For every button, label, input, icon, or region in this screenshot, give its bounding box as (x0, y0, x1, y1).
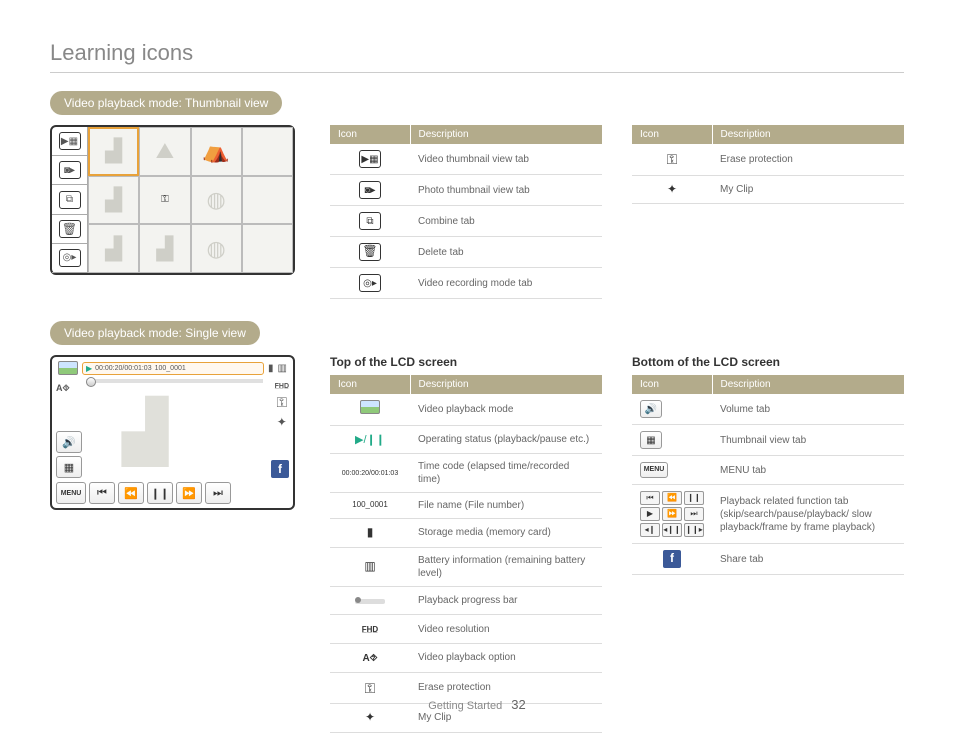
playback-option-icon: A⯑ (362, 653, 377, 664)
table-row: ▮Storage media (memory card) (330, 519, 602, 548)
playback-mode-icon (58, 361, 78, 375)
skip-back-button[interactable]: ⏮ (89, 482, 115, 504)
timecode-text: 00:00:20/00:01:03 (330, 454, 410, 493)
clip-icon (277, 415, 287, 429)
erase-protection-icon (365, 679, 376, 697)
hd-icon: F̲H̲D̲ (275, 383, 289, 390)
tab-delete-icon[interactable] (52, 215, 87, 244)
resolution-icon: F̲H̲D̲ (362, 625, 378, 634)
table-row: ▥Battery information (remaining battery … (330, 547, 602, 586)
page-footer: Getting Started 32 (0, 697, 954, 712)
footer-section: Getting Started (428, 700, 502, 712)
thumbnail-tab-icon: ▦ (640, 431, 662, 449)
delete-icon (359, 243, 381, 261)
tab-video-thumb-icon[interactable]: ▶▦ (52, 127, 87, 156)
table-row: A⯑Video playback option (330, 643, 602, 672)
table-row: F̲H̲D̲Video resolution (330, 615, 602, 644)
play-indicator-icon: ▶ (86, 364, 92, 373)
thumbnail-button[interactable]: ▦ (56, 456, 82, 478)
playback-buttons-group: ⏮⏪❙❙ ▶⏩⏭ ◂❙◂❙❙❙❙▸ (640, 491, 704, 537)
video-thumb-icon: ▶▦ (359, 150, 381, 168)
card-icon: ▮ (268, 363, 274, 374)
rewind-button[interactable]: ⏪ (118, 482, 144, 504)
menu-tab-icon: MENU (640, 462, 668, 478)
battery-icon: ▥ (278, 363, 287, 374)
table-row: ⧉Combine tab (330, 206, 602, 237)
video-option-icon: A⯑ (56, 383, 70, 394)
skip-fwd-button[interactable]: ⏭ (205, 482, 231, 504)
my-clip-icon (667, 182, 677, 198)
my-clip-icon (365, 710, 375, 726)
filename-text: 100_0001 (330, 493, 410, 519)
pill-thumbnail-view: Video playback mode: Thumbnail view (50, 91, 282, 115)
table-row: 00:00:20/00:01:03Time code (elapsed time… (330, 454, 602, 493)
thumbnail-view-illustration: ▶▦ ◙▸ ⧉ ◎▸ ▟ ⛰ ⛺ ▟ ⚿ ◍ ▟ ▟ ◍ (50, 125, 295, 275)
tab-photo-thumb-icon[interactable]: ◙▸ (52, 156, 87, 185)
table-row: My Clip (632, 175, 904, 204)
photo-thumb-icon: ◙▸ (359, 181, 381, 199)
volume-button[interactable]: 🔊 (56, 431, 82, 453)
share-fb-icon[interactable]: f (271, 460, 289, 478)
page-number: 32 (511, 697, 525, 712)
progress-bar[interactable] (86, 379, 263, 383)
timecode-label: 00:00:20/00:01:03 (95, 365, 151, 372)
battery-level-icon: ▥ (364, 559, 375, 573)
record-mode-icon: ◎▸ (359, 274, 381, 292)
playback-mode-icon (360, 400, 380, 414)
play-pause-icon: ▶/❙❙ (355, 434, 385, 446)
single-view-illustration: ▶ 00:00:20/00:01:03 100_0001 ▮ ▥ A⯑ F̲H̲… (50, 355, 295, 510)
col-desc: Description (410, 125, 602, 144)
lock-icon (276, 394, 287, 411)
pill-single-view: Video playback mode: Single view (50, 321, 260, 345)
table-row: ▦Thumbnail view tab (632, 425, 904, 456)
progress-bar-icon (355, 599, 385, 604)
table-row: Video playback mode (330, 394, 602, 425)
forward-button[interactable]: ⏩ (176, 482, 202, 504)
tab-video-record-icon[interactable]: ◎▸ (52, 244, 87, 273)
col-desc: Description (712, 125, 904, 144)
bottom-lcd-heading: Bottom of the LCD screen (632, 355, 904, 369)
table-row: Delete tab (330, 237, 602, 268)
table-row: 🔊Volume tab (632, 394, 904, 425)
volume-tab-icon: 🔊 (640, 400, 662, 418)
table-row: fShare tab (632, 544, 904, 575)
table-row: MENUMENU tab (632, 456, 904, 485)
table-row: Playback progress bar (330, 586, 602, 615)
table-row: ◎▸Video recording mode tab (330, 268, 602, 299)
table-row: Erase protection (632, 144, 904, 175)
filename-label: 100_0001 (155, 365, 186, 372)
bottom-lcd-table: IconDescription 🔊Volume tab ▦Thumbnail v… (632, 375, 904, 575)
col-icon: Icon (330, 125, 410, 144)
top-lcd-table: IconDescription Video playback mode ▶/❙❙… (330, 375, 602, 733)
thumbnail-tabs-table: IconDescription ▶▦Video thumbnail view t… (330, 125, 602, 299)
share-tab-icon: f (663, 550, 681, 568)
page-title: Learning icons (50, 40, 904, 73)
thumbnail-right-table: IconDescription Erase protection My Clip (632, 125, 904, 204)
col-icon: Icon (632, 125, 712, 144)
erase-protection-icon (667, 150, 678, 168)
combine-icon: ⧉ (359, 212, 381, 230)
top-lcd-heading: Top of the LCD screen (330, 355, 602, 369)
table-row: 100_0001File name (File number) (330, 493, 602, 519)
table-row: ▶/❙❙Operating status (playback/pause etc… (330, 425, 602, 454)
table-row: ◙▸Photo thumbnail view tab (330, 175, 602, 206)
menu-button[interactable]: MENU (56, 482, 86, 504)
table-row: ▶▦Video thumbnail view tab (330, 144, 602, 175)
storage-card-icon: ▮ (367, 525, 374, 539)
table-row: ⏮⏪❙❙ ▶⏩⏭ ◂❙◂❙❙❙❙▸ Playback related funct… (632, 485, 904, 544)
pause-button[interactable]: ❙❙ (147, 482, 173, 504)
tab-combine-icon[interactable]: ⧉ (52, 185, 87, 214)
